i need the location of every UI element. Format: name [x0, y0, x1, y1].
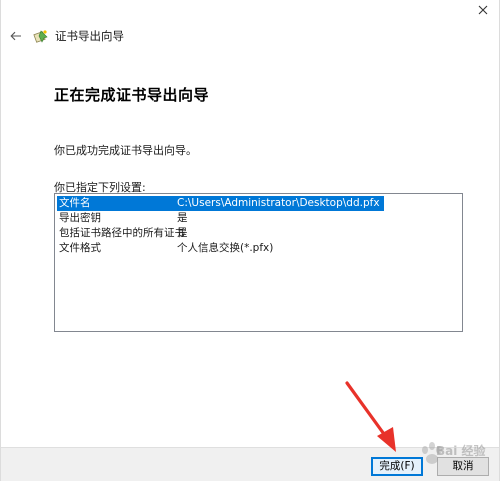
finish-button[interactable]: 完成(F) — [371, 457, 423, 476]
settings-row-file-format[interactable]: 文件格式 个人信息交换(*.pfx) — [57, 241, 460, 256]
back-arrow-icon — [10, 31, 21, 41]
setting-name: 文件格式 — [59, 242, 101, 254]
success-message: 你已成功完成证书导出向导。 — [54, 144, 197, 157]
setting-name: 包括证书路径中的所有证书 — [59, 227, 185, 239]
back-button[interactable] — [7, 27, 25, 45]
certificate-wizard-icon — [33, 30, 48, 43]
settings-list[interactable]: 文件名 C:\Users\Administrator\Desktop\dd.pf… — [54, 193, 463, 332]
setting-name: 导出密钥 — [59, 212, 101, 224]
wizard-footer: 完成(F) 取消 — [1, 447, 499, 481]
setting-value: 是 — [177, 212, 188, 224]
settings-row-file-name[interactable]: 文件名 C:\Users\Administrator\Desktop\dd.pf… — [57, 196, 460, 211]
settings-row-export-key[interactable]: 导出密钥 是 — [57, 211, 460, 226]
close-button[interactable] — [471, 0, 495, 20]
cancel-button[interactable]: 取消 — [437, 457, 489, 476]
settings-row-include-chain[interactable]: 包括证书路径中的所有证书 是 — [57, 226, 460, 241]
setting-name: 文件名 — [57, 196, 175, 211]
close-icon — [478, 5, 488, 15]
setting-value: 个人信息交换(*.pfx) — [177, 242, 274, 254]
wizard-header: 证书导出向导 — [7, 27, 124, 45]
setting-value: C:\Users\Administrator\Desktop\dd.pfx — [175, 196, 384, 211]
page-heading: 正在完成证书导出向导 — [54, 86, 210, 104]
setting-value: 是 — [177, 227, 188, 239]
certificate-export-wizard-window: 证书导出向导 正在完成证书导出向导 你已成功完成证书导出向导。 你已指定下列设置… — [0, 0, 500, 481]
window-title: 证书导出向导 — [55, 29, 124, 43]
